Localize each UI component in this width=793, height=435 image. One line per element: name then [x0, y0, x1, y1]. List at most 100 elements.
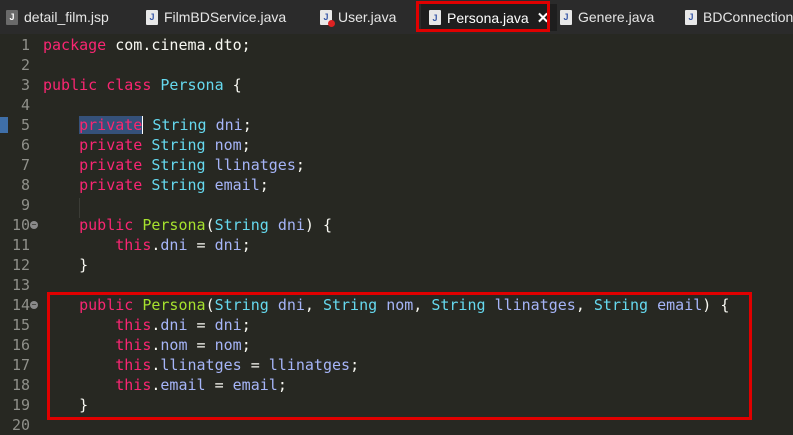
semicolon: ;	[295, 156, 305, 174]
line-number: 16	[11, 336, 30, 354]
fold-icon[interactable]: −	[30, 301, 38, 309]
jsp-file-icon: J	[6, 9, 18, 25]
operator: =	[187, 336, 215, 354]
keyword: this	[115, 316, 152, 334]
code-line: 17 this.llinatges = llinatges;	[0, 355, 793, 375]
code-line: 7 private String llinatges;	[0, 155, 793, 175]
fold-icon[interactable]: −	[30, 221, 38, 229]
keyword: public	[79, 216, 134, 234]
line-number: 13	[11, 276, 30, 294]
line-number: 11	[11, 236, 30, 254]
keyword: public	[43, 76, 98, 94]
tab-label: Persona.java	[447, 9, 529, 26]
text-caret	[142, 116, 144, 134]
code-line: 8 private String email;	[0, 175, 793, 195]
param: dni	[214, 316, 242, 334]
line-number: 7	[20, 156, 30, 174]
code-line: 14 − public Persona(String dni, String n…	[0, 295, 793, 315]
line-number: 10	[11, 216, 30, 234]
line-number: 12	[11, 256, 30, 274]
line-number: 4	[20, 96, 30, 114]
line-number: 17	[11, 356, 30, 374]
type: String	[431, 296, 486, 314]
paren: ) {	[304, 216, 332, 234]
java-file-icon: J	[685, 9, 697, 25]
java-file-error-icon: J	[320, 9, 335, 27]
close-icon[interactable]: ✕	[537, 9, 550, 27]
code-line-current: 5 private String dni;	[0, 115, 793, 135]
field: dni	[215, 116, 243, 134]
constructor-name: Persona	[142, 216, 206, 234]
tab-label: Genere.java	[578, 9, 655, 25]
operator: =	[241, 356, 269, 374]
type: String	[593, 296, 649, 314]
semicolon: ;	[241, 316, 251, 334]
line-number: 2	[20, 56, 30, 74]
param: nom	[386, 296, 414, 314]
code-line: 13	[0, 275, 793, 295]
keyword: this	[115, 236, 152, 254]
tab-genere-java[interactable]: J Genere.java	[560, 5, 654, 29]
constructor-name: Persona	[142, 296, 206, 314]
keyword: class	[106, 76, 152, 94]
line-number: 3	[20, 76, 30, 94]
tab-user-java[interactable]: J User.java	[320, 5, 396, 29]
keyword: private	[79, 176, 143, 194]
field: dni	[160, 316, 188, 334]
type: String	[214, 216, 269, 234]
code-line: 20	[0, 415, 793, 435]
keyword: package	[43, 36, 107, 54]
type: String	[151, 136, 206, 154]
operator: =	[187, 236, 215, 254]
param: dni	[277, 296, 305, 314]
tab-label: BDConnection	[703, 9, 793, 25]
type: String	[214, 296, 269, 314]
param: nom	[214, 336, 242, 354]
code-editor[interactable]: 1 package com.cinema.dto; 2 3 public cla…	[0, 34, 793, 434]
code-line: 2	[0, 55, 793, 75]
brace: }	[79, 256, 89, 274]
java-file-icon: J	[429, 10, 441, 25]
comma: ,	[304, 296, 323, 314]
brace: }	[79, 396, 89, 414]
param: email	[232, 376, 278, 394]
keyword: public	[79, 296, 134, 314]
comma: ,	[413, 296, 432, 314]
tab-bdconnection[interactable]: J BDConnection	[685, 5, 793, 29]
param: llinatges	[268, 356, 351, 374]
field: llinatges	[160, 356, 242, 374]
java-file-icon: J	[146, 9, 158, 25]
code-line: 18 this.email = email;	[0, 375, 793, 395]
code-line: 6 private String nom;	[0, 135, 793, 155]
code-line: 11 this.dni = dni;	[0, 235, 793, 255]
code-line: 10 − public Persona(String dni) {	[0, 215, 793, 235]
semicolon: ;	[242, 116, 252, 134]
keyword: this	[115, 376, 152, 394]
semicolon: ;	[241, 236, 251, 254]
editor-tab-bar: J detail_film.jsp J FilmBDService.java J…	[0, 0, 793, 35]
tab-label: detail_film.jsp	[24, 9, 109, 25]
field: dni	[160, 236, 188, 254]
type: String	[151, 156, 206, 174]
field: email	[214, 176, 260, 194]
line-number: 18	[11, 376, 30, 394]
type: String	[152, 116, 207, 134]
line-number: 6	[20, 136, 30, 154]
line-number: 20	[11, 416, 30, 434]
package-name: com.cinema.dto;	[106, 36, 251, 54]
keyword: private	[79, 136, 143, 154]
line-number: 15	[11, 316, 30, 334]
paren: (	[205, 296, 215, 314]
semicolon: ;	[350, 356, 360, 374]
tab-persona-java[interactable]: J Persona.java ✕	[421, 4, 558, 31]
keyword: this	[115, 336, 152, 354]
param: email	[657, 296, 703, 314]
tab-label: User.java	[338, 9, 397, 25]
tab-filmbdservice-java[interactable]: J FilmBDService.java	[146, 5, 286, 29]
semicolon: ;	[241, 336, 251, 354]
line-number: 8	[20, 176, 30, 194]
tab-detail-film-jsp[interactable]: J detail_film.jsp	[6, 5, 109, 29]
tab-label: FilmBDService.java	[164, 9, 287, 25]
semicolon: ;	[277, 376, 287, 394]
type: String	[151, 176, 206, 194]
